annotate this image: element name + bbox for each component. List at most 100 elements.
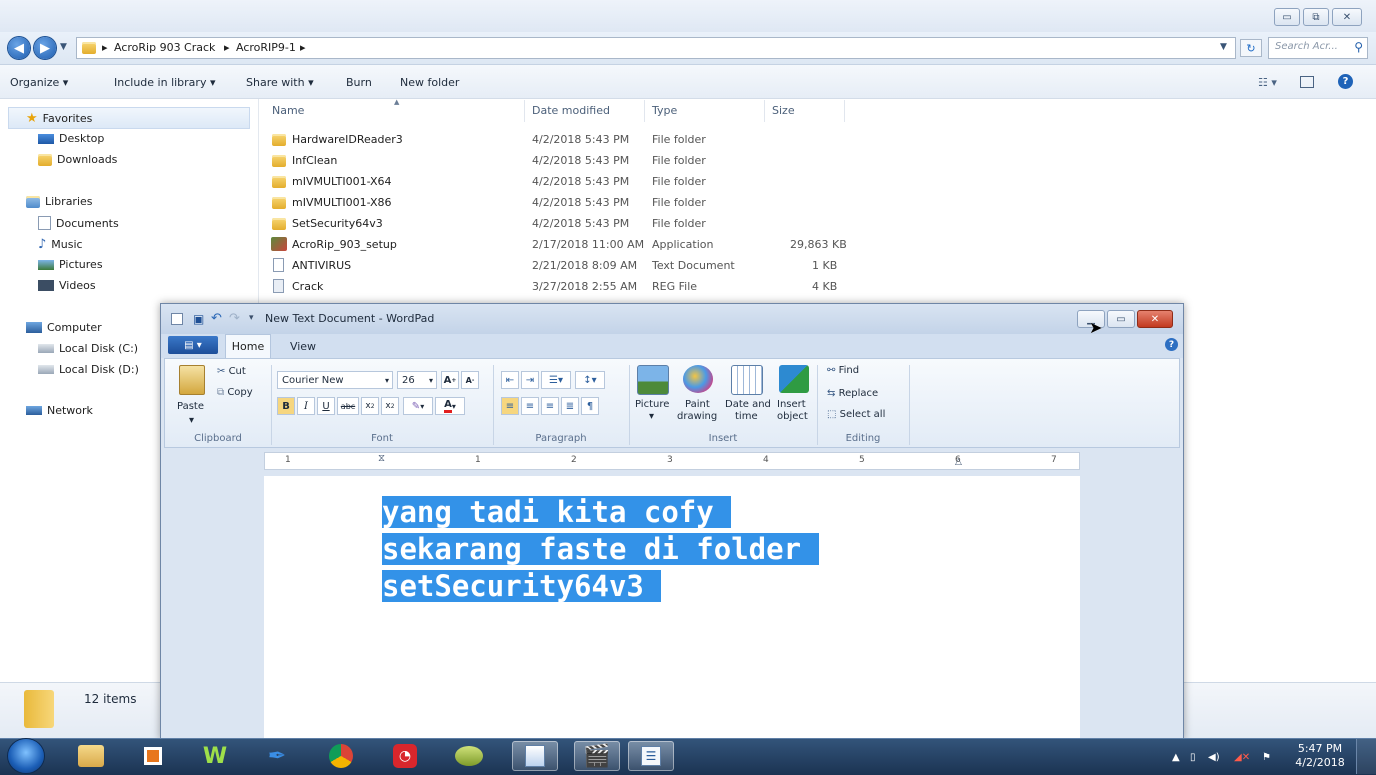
file-row[interactable]: AcroRip_903_setup 2/17/2018 11:00 AM App… [270, 235, 850, 255]
highlight-color-button[interactable]: ✎ ▾ [403, 397, 433, 415]
picture-button[interactable]: Picture [635, 399, 669, 410]
underline-button[interactable]: U [317, 397, 335, 415]
document-area[interactable]: yang tadi kita cofy sekarang faste di fo… [264, 476, 1080, 739]
minimize-button[interactable]: ▭ [1274, 8, 1300, 26]
column-header-date[interactable]: Date modified [532, 104, 610, 117]
back-button[interactable]: ◀ [8, 37, 30, 59]
new-folder-button[interactable]: New folder [400, 76, 459, 89]
subscript-button[interactable]: x2 [361, 397, 379, 415]
bold-button[interactable]: B [277, 397, 295, 415]
quick-save-icon[interactable]: ▣ [193, 312, 204, 326]
file-row[interactable]: HardwareIDReader3 4/2/2018 5:43 PM File … [270, 130, 850, 150]
undo-icon[interactable]: ↶ [211, 311, 222, 326]
nav-favorites[interactable]: ★ Favorites [26, 111, 92, 126]
line-spacing-button[interactable]: ↕▾ [575, 371, 605, 389]
right-indent-marker-icon[interactable]: △ [955, 457, 962, 467]
align-right-button[interactable]: ≡ [541, 397, 559, 415]
bullets-button[interactable]: ☰▾ [541, 371, 571, 389]
nav-network[interactable]: Network [26, 404, 93, 417]
font-family-select[interactable]: Courier New ▾ [277, 371, 393, 389]
search-input[interactable]: Search Acr... ⚲ [1268, 37, 1368, 59]
column-divider[interactable] [524, 100, 525, 122]
column-header-type[interactable]: Type [652, 104, 677, 117]
wordpad-app-icon[interactable] [171, 313, 183, 325]
column-header-name[interactable]: Name [272, 104, 304, 117]
include-in-library-button[interactable]: Include in library ▾ [114, 76, 215, 89]
maximize-button[interactable]: ⧉ [1303, 8, 1329, 26]
align-left-button[interactable]: ≡ [501, 397, 519, 415]
taskbar-app-pen[interactable]: ✒ [254, 741, 300, 771]
taskbar-app-list[interactable]: ☰ [628, 741, 674, 771]
file-row[interactable]: Crack 3/27/2018 2:55 AM REG File 4 KB [270, 277, 850, 297]
nav-downloads[interactable]: Downloads [38, 153, 117, 166]
indent-marker-icon[interactable]: ⧖ [378, 453, 385, 464]
shrink-font-button[interactable]: A- [461, 371, 479, 389]
nav-pictures[interactable]: Pictures [38, 258, 103, 271]
picture-dropdown-icon[interactable]: ▾ [649, 411, 654, 422]
show-desktop-button[interactable] [1356, 739, 1376, 774]
tab-view[interactable]: View [283, 334, 323, 358]
increase-indent-button[interactable]: ⇥ [521, 371, 539, 389]
start-button[interactable] [8, 739, 44, 773]
close-button[interactable]: ✕ [1332, 8, 1362, 26]
show-hidden-icons[interactable]: ▲ [1172, 752, 1180, 763]
column-divider[interactable] [764, 100, 765, 122]
column-divider[interactable] [844, 100, 845, 122]
font-size-select[interactable]: 26 ▾ [397, 371, 437, 389]
taskbar-app-orange[interactable] [130, 741, 176, 771]
taskbar-app-green[interactable]: W [192, 741, 238, 771]
recent-pages-dropdown[interactable]: ▼ [60, 42, 67, 52]
usb-icon[interactable]: ▯ [1190, 752, 1196, 763]
file-row[interactable]: ANTIVIRUS 2/21/2018 8:09 AM Text Documen… [270, 256, 850, 276]
file-row[interactable]: mIVMULTI001-X86 4/2/2018 5:43 PM File fo… [270, 193, 850, 213]
text-color-button[interactable]: A ▾ [435, 397, 465, 415]
ruler[interactable]: 1 1 2 3 4 5 6 7 ⧖ △ [264, 452, 1080, 470]
nav-desktop[interactable]: Desktop [38, 132, 104, 145]
share-with-button[interactable]: Share with ▾ [246, 76, 314, 89]
file-menu-button[interactable]: ▤ ▾ [168, 336, 218, 354]
network-error-icon[interactable]: ◢✕ [1234, 752, 1250, 763]
file-row[interactable]: InfClean 4/2/2018 5:43 PM File folder [270, 151, 850, 171]
help-button[interactable]: ? [1338, 74, 1353, 89]
taskbar-chrome[interactable] [318, 741, 364, 771]
nav-computer[interactable]: Computer [26, 321, 102, 334]
redo-icon[interactable]: ↷ [229, 311, 240, 326]
copy-button[interactable]: ⧉ Copy [217, 387, 253, 398]
insert-object-button[interactable]: Insert [777, 399, 806, 410]
superscript-button[interactable]: x2 [381, 397, 399, 415]
address-dropdown[interactable]: ▼ [1220, 42, 1227, 52]
taskbar-video-editor[interactable]: 🎬 [574, 741, 620, 771]
volume-icon[interactable]: ◀) [1208, 752, 1220, 763]
customize-toolbar-icon[interactable]: ▾ [249, 313, 254, 323]
document-text-line[interactable]: sekarang faste di folder [382, 533, 819, 565]
preview-pane-button[interactable] [1300, 76, 1314, 88]
document-text-line[interactable]: setSecurity64v3 [382, 570, 662, 602]
strikethrough-button[interactable]: abc [337, 397, 359, 415]
paint-drawing-button[interactable]: Paint [685, 399, 710, 410]
wordpad-close-button[interactable]: ✕ [1137, 310, 1173, 328]
nav-videos[interactable]: Videos [38, 279, 96, 292]
refresh-button[interactable]: ↻ [1240, 39, 1262, 57]
wordpad-maximize-button[interactable]: ▭ [1107, 310, 1135, 328]
taskbar-app-red[interactable]: ◔ [382, 741, 428, 771]
replace-button[interactable]: ⇆ Replace [827, 388, 878, 399]
document-text-line[interactable]: yang tadi kita cofy [382, 496, 732, 528]
taskbar-explorer[interactable] [68, 741, 114, 771]
italic-button[interactable]: I [297, 397, 315, 415]
find-button[interactable]: ⚯ Find [827, 365, 859, 376]
nav-local-disk-d[interactable]: Local Disk (D:) [38, 363, 139, 376]
justify-button[interactable]: ≣ [561, 397, 579, 415]
explorer-title-bar[interactable] [0, 0, 1376, 32]
select-all-button[interactable]: ⬚ Select all [827, 409, 885, 420]
change-view-button[interactable]: ☷ ▾ [1258, 76, 1277, 89]
breadcrumb-item[interactable]: AcroRIP9-1 [236, 41, 296, 54]
paste-dropdown-icon[interactable]: ▾ [189, 415, 194, 426]
paragraph-settings-button[interactable]: ¶ [581, 397, 599, 415]
nav-libraries[interactable]: Libraries [26, 195, 93, 208]
organize-button[interactable]: Organize ▾ [10, 76, 68, 89]
tab-home[interactable]: Home [225, 334, 271, 358]
action-center-flag-icon[interactable]: ⚑ [1262, 752, 1271, 763]
taskbar-app-lime[interactable] [446, 741, 492, 771]
wordpad-help-button[interactable]: ? [1165, 338, 1178, 351]
breadcrumb-item[interactable]: AcroRip 903 Crack [114, 41, 215, 54]
